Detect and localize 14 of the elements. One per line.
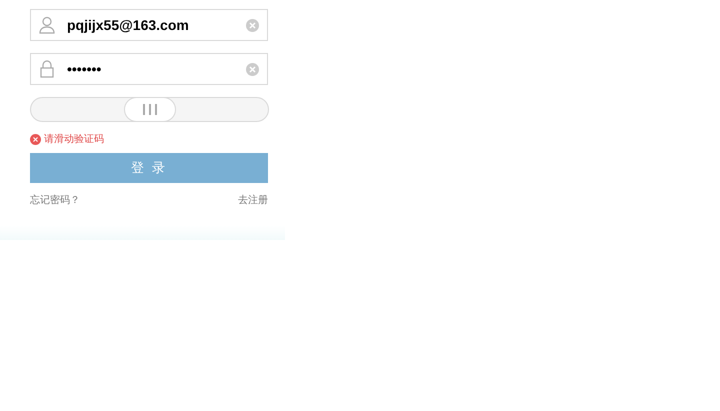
error-icon [30, 134, 41, 144]
slider-handle[interactable] [124, 97, 176, 122]
field-value: ••••••• [67, 60, 102, 78]
login-button[interactable]: 登 录 [30, 153, 268, 183]
input-field[interactable]: pqjijx55@163.com [30, 9, 268, 41]
field-value: pqjijx55@163.com [67, 16, 190, 35]
lock-icon [40, 60, 54, 78]
clear-icon[interactable] [246, 62, 259, 76]
error-message: 请滑动验证码 [44, 132, 104, 146]
text-link[interactable]: 去注册 [238, 193, 268, 208]
text-link[interactable]: 忘记密码？ [30, 193, 80, 208]
user-icon [39, 16, 55, 34]
clear-icon[interactable] [246, 18, 259, 32]
input-field[interactable]: ••••••• [30, 53, 268, 85]
